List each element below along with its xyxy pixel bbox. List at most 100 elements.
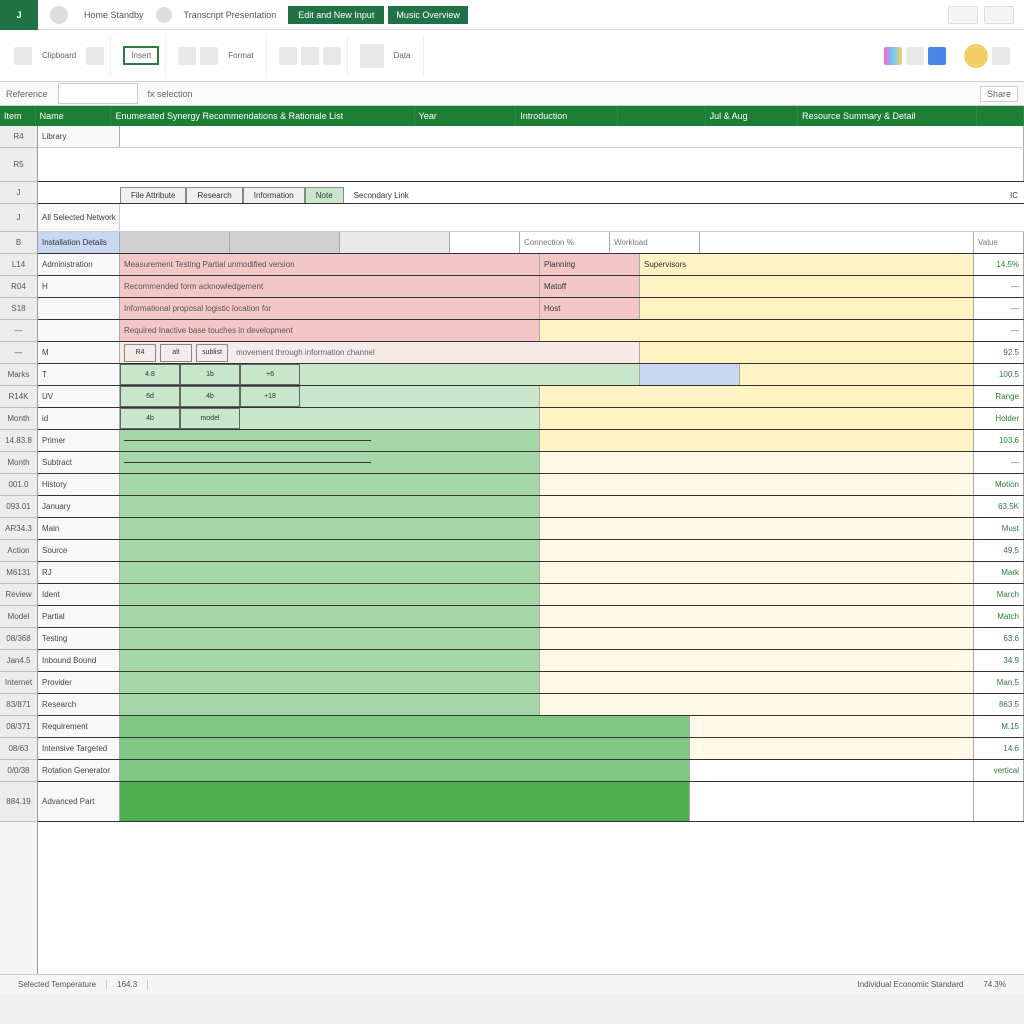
- cell[interactable]: [120, 716, 690, 737]
- cell-label[interactable]: id: [38, 408, 120, 429]
- app-icon[interactable]: J: [0, 0, 38, 30]
- cell-value[interactable]: —: [974, 298, 1024, 319]
- share-button[interactable]: Share: [980, 86, 1018, 102]
- cell[interactable]: +6: [240, 364, 300, 385]
- row-header[interactable]: R14K: [0, 386, 37, 408]
- cell-label[interactable]: [38, 298, 120, 319]
- cell[interactable]: [540, 518, 974, 539]
- cell[interactable]: [120, 628, 540, 649]
- cell-label[interactable]: History: [38, 474, 120, 495]
- fx-label[interactable]: fx selection: [148, 89, 193, 99]
- row-header[interactable]: Month: [0, 452, 37, 474]
- cell[interactable]: [640, 298, 974, 319]
- cell[interactable]: [540, 320, 974, 341]
- row-header[interactable]: 14.83.8: [0, 430, 37, 452]
- format-table-icon[interactable]: [906, 47, 924, 65]
- cell[interactable]: 4b: [180, 386, 240, 407]
- cell[interactable]: [540, 584, 974, 605]
- row-header[interactable]: Jan4.5: [0, 650, 37, 672]
- row-header[interactable]: J: [0, 182, 37, 204]
- cell[interactable]: [120, 540, 540, 561]
- cell[interactable]: [540, 606, 974, 627]
- cell[interactable]: [540, 650, 974, 671]
- row-header[interactable]: 001.0: [0, 474, 37, 496]
- bold-icon[interactable]: [178, 47, 196, 65]
- cut-icon[interactable]: [86, 47, 104, 65]
- cell[interactable]: 6d: [120, 386, 180, 407]
- sheet-tab-active[interactable]: Note: [305, 187, 344, 203]
- row-header[interactable]: —: [0, 320, 37, 342]
- cell[interactable]: [540, 694, 974, 715]
- cell[interactable]: [120, 738, 690, 759]
- row-header[interactable]: Action: [0, 540, 37, 562]
- row-header[interactable]: 0/0/38: [0, 760, 37, 782]
- cell[interactable]: [240, 408, 540, 429]
- row-header[interactable]: 08/368: [0, 628, 37, 650]
- cell[interactable]: [120, 760, 690, 781]
- sheet-tab[interactable]: Information: [243, 187, 305, 203]
- cell-label[interactable]: Source: [38, 540, 120, 561]
- row-header[interactable]: J: [0, 204, 37, 232]
- cell[interactable]: 1b: [180, 364, 240, 385]
- cell[interactable]: [120, 672, 540, 693]
- ribbon-insert-button[interactable]: Insert: [123, 46, 159, 65]
- col-header[interactable]: Year: [415, 106, 517, 126]
- row-header[interactable]: Review: [0, 584, 37, 606]
- cell[interactable]: [38, 148, 1024, 181]
- col-header[interactable]: Introduction: [516, 106, 618, 126]
- cell-label[interactable]: Intensive Targeted: [38, 738, 120, 759]
- col-header[interactable]: Jul & Aug: [706, 106, 798, 126]
- cell-label[interactable]: [38, 320, 120, 341]
- cell[interactable]: [640, 342, 974, 363]
- cell[interactable]: [540, 386, 974, 407]
- row-header[interactable]: R4: [0, 126, 37, 148]
- row-header[interactable]: —: [0, 342, 37, 364]
- cell-label[interactable]: Subtract: [38, 452, 120, 473]
- row-header[interactable]: 83/871: [0, 694, 37, 716]
- cell-value[interactable]: Motion: [974, 474, 1024, 495]
- wrap-icon[interactable]: [323, 47, 341, 65]
- cell[interactable]: [120, 606, 540, 627]
- cell-label[interactable]: T: [38, 364, 120, 385]
- window-max-button[interactable]: [984, 6, 1014, 24]
- cell-label[interactable]: Provider: [38, 672, 120, 693]
- row-header[interactable]: L14: [0, 254, 37, 276]
- cell[interactable]: [120, 562, 540, 583]
- cell[interactable]: [540, 562, 974, 583]
- col-header[interactable]: [618, 106, 706, 126]
- fill-color-icon[interactable]: [928, 47, 946, 65]
- cell[interactable]: Planning: [540, 254, 640, 275]
- cell-value[interactable]: 103.6: [974, 430, 1024, 451]
- cell-label[interactable]: Requirement: [38, 716, 120, 737]
- row-header[interactable]: Month: [0, 408, 37, 430]
- row-header[interactable]: S18: [0, 298, 37, 320]
- cell-value[interactable]: [974, 782, 1024, 821]
- cell-label[interactable]: Ident: [38, 584, 120, 605]
- sheet-tab[interactable]: File Attribute: [120, 187, 186, 203]
- cell[interactable]: R4altsublistmovement through information…: [120, 342, 640, 363]
- cell[interactable]: [120, 452, 540, 473]
- cell[interactable]: [540, 474, 974, 495]
- cell-label[interactable]: Main: [38, 518, 120, 539]
- cell-label[interactable]: Administration: [38, 254, 120, 275]
- cell[interactable]: Supervisors: [640, 254, 974, 275]
- window-min-button[interactable]: [948, 6, 978, 24]
- row-header[interactable]: 08/63: [0, 738, 37, 760]
- cell[interactable]: [540, 628, 974, 649]
- align-center-icon[interactable]: [301, 47, 319, 65]
- cell[interactable]: [640, 364, 740, 385]
- row-header[interactable]: R5: [0, 148, 37, 182]
- cell-label[interactable]: January: [38, 496, 120, 517]
- cell[interactable]: [300, 364, 640, 385]
- row-header[interactable]: Model: [0, 606, 37, 628]
- row-header[interactable]: 884.19: [0, 782, 37, 822]
- cell[interactable]: Informational proposal logistic location…: [120, 298, 540, 319]
- cell[interactable]: [120, 782, 690, 821]
- cell-value[interactable]: —: [974, 276, 1024, 297]
- ideas-icon[interactable]: [964, 44, 988, 68]
- cell-value[interactable]: 14.5%: [974, 254, 1024, 275]
- cell-label[interactable]: Partial: [38, 606, 120, 627]
- col-header[interactable]: Name: [36, 106, 112, 126]
- cell-value[interactable]: Range: [974, 386, 1024, 407]
- cell[interactable]: [120, 650, 540, 671]
